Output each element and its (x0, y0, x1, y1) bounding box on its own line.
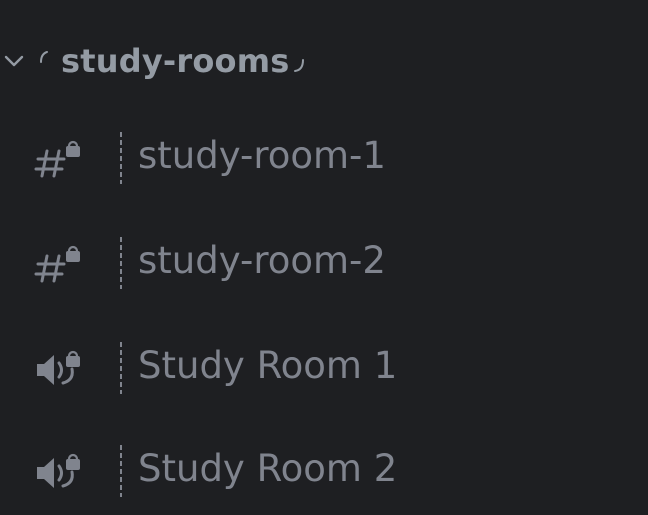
arc-left-icon (40, 51, 48, 63)
channel-divider (120, 132, 122, 184)
locked-voice-channel-icon (37, 453, 80, 488)
channel-label: study-room-1 (138, 134, 386, 177)
channel-divider (120, 342, 122, 394)
channel-label: Study Room 1 (138, 344, 398, 387)
channel-study-room-2[interactable]: study-room-2 (0, 217, 648, 309)
locked-text-channel-icon (34, 140, 80, 178)
category-name: study-rooms (61, 42, 290, 80)
channel-label: Study Room 2 (138, 447, 398, 490)
locked-voice-channel-icon (37, 350, 80, 385)
chevron-down-icon (4, 55, 24, 67)
locked-text-channel-icon (34, 245, 80, 283)
category-header-study-rooms[interactable]: study-rooms (0, 34, 648, 88)
channel-divider (120, 445, 122, 497)
channel-study-room-1-voice[interactable]: Study Room 1 (0, 322, 648, 414)
channel-divider (120, 237, 122, 289)
channel-study-room-2-voice[interactable]: Study Room 2 (0, 425, 648, 515)
arc-right-icon (294, 59, 304, 72)
channel-study-room-1[interactable]: study-room-1 (0, 112, 648, 204)
channel-label: study-room-2 (138, 239, 386, 282)
